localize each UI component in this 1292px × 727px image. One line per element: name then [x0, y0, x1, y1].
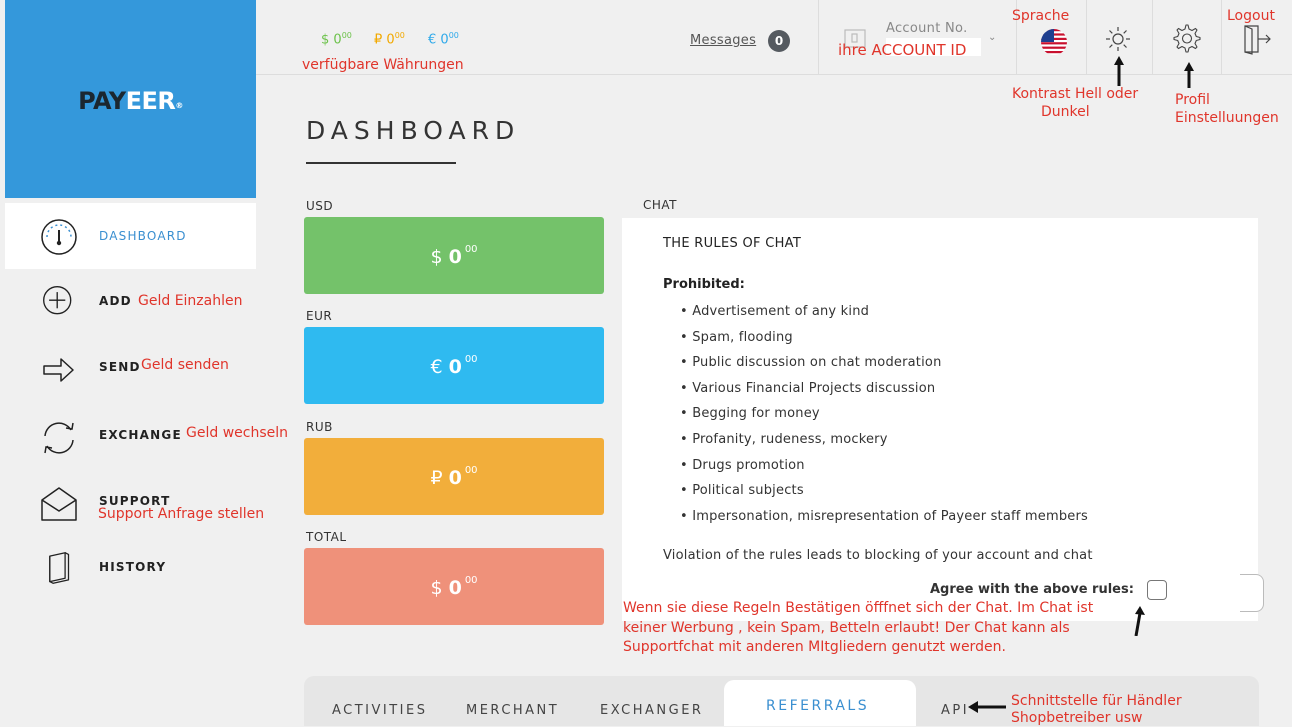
sidebar-item-history[interactable]: HISTORY	[5, 532, 256, 598]
speedometer-icon	[41, 219, 77, 255]
us-flag-icon[interactable]	[1039, 27, 1069, 57]
rule-item: • Impersonation, misrepresentation of Pa…	[680, 509, 1088, 524]
annotation-contrast-2: Dunkel	[1041, 104, 1090, 120]
balance-card-eur[interactable]: € 0 00	[304, 327, 604, 404]
logo-panel: PAYEER®	[5, 0, 256, 198]
logout-icon[interactable]	[1242, 23, 1274, 55]
balance-card-usd[interactable]: $ 0 00	[304, 217, 604, 294]
annotation-send: Geld senden	[141, 357, 229, 373]
rule-item: • Public discussion on chat moderation	[680, 355, 942, 370]
balance-eur[interactable]: € 000	[428, 31, 459, 47]
agree-rules-checkbox[interactable]	[1147, 580, 1167, 600]
annotation-agree: Wenn sie diese Regeln Bestätigen öfffnet…	[623, 600, 1094, 616]
chat-label: CHAT	[643, 198, 678, 212]
title-underline	[306, 162, 456, 164]
header-divider	[1086, 0, 1087, 75]
rule-item: • Begging for money	[680, 406, 820, 421]
tab-activities[interactable]: ACTIVITIES	[332, 703, 427, 718]
sun-icon[interactable]	[1104, 25, 1132, 53]
balance-card-total[interactable]: $ 0 00	[304, 548, 604, 625]
tab-exchanger[interactable]: EXCHANGER	[600, 703, 703, 718]
annotation-language: Sprache	[1012, 8, 1070, 24]
annotation-agree-3: Supportfchat mit anderen MItgliedern gen…	[623, 639, 1006, 655]
annotation-add: Geld Einzahlen	[138, 293, 243, 309]
chat-rules-title: THE RULES OF CHAT	[663, 236, 802, 251]
rule-item: • Profanity, rudeness, mockery	[680, 432, 888, 447]
arrow-right-icon	[43, 358, 74, 382]
card-label-rub: RUB	[306, 420, 333, 434]
annotation-support: Support Anfrage stellen	[98, 506, 265, 522]
header-divider	[1152, 0, 1153, 75]
balance-card-rub[interactable]: ₽ 0 00	[304, 438, 604, 515]
sidebar-item-label: ADD	[99, 294, 132, 308]
annotation-account-id: ihre ACCOUNT ID	[838, 41, 967, 59]
sidebar-item-label: SEND	[99, 360, 141, 374]
agree-rules-label: Agree with the above rules:	[930, 582, 1134, 597]
annotation-api: Schnittstelle für Händler	[1011, 693, 1182, 709]
annotation-api-2: Shopbetreiber usw	[1011, 710, 1143, 726]
card-label-total: TOTAL	[306, 530, 347, 544]
gear-icon[interactable]	[1172, 24, 1202, 54]
sidebar-item-label: HISTORY	[99, 560, 167, 574]
refresh-icon	[44, 422, 74, 454]
annotation-profile: Profil	[1175, 92, 1210, 108]
annotation-agree-2: keiner Werbung , kein Spam, Betteln erla…	[623, 620, 1070, 636]
rule-item: • Advertisement of any kind	[680, 304, 870, 319]
chat-input[interactable]	[1240, 574, 1264, 612]
sidebar-item-label: EXCHANGE	[99, 428, 182, 442]
annotation-contrast: Kontrast Hell oder	[1012, 86, 1139, 102]
annotation-logout: Logout	[1227, 8, 1275, 24]
messages-count-badge[interactable]: 0	[768, 30, 790, 52]
balance-rub[interactable]: ₽ 000	[374, 31, 405, 47]
card-label-eur: EUR	[306, 309, 333, 323]
account-label: Account No.	[886, 21, 968, 36]
tab-merchant[interactable]: MERCHANT	[466, 703, 559, 718]
tab-referrals[interactable]: REFERRALS	[766, 698, 869, 714]
annotation-arrow-up-icon	[1184, 62, 1194, 88]
rule-item: • Various Financial Projects discussion	[680, 381, 936, 396]
violation-notice: Violation of the rules leads to blocking…	[663, 548, 1093, 563]
page-title: DASHBOARD	[306, 116, 521, 145]
prohibited-heading: Prohibited:	[663, 277, 745, 292]
header-divider	[1221, 0, 1222, 75]
plus-circle-icon	[43, 286, 72, 315]
rule-item: • Political subjects	[680, 483, 804, 498]
annotation-arrow-up-icon	[1114, 56, 1124, 86]
annotation-arrow-up-icon	[1134, 606, 1145, 636]
balance-usd[interactable]: $ 000	[321, 31, 352, 47]
annotation-profile-2: Einstelluungen	[1175, 110, 1279, 126]
sidebar-item-dashboard[interactable]: DASHBOARD	[5, 203, 256, 269]
annotation-arrow-left-icon	[968, 701, 1006, 713]
chevron-down-icon[interactable]: ⌄	[988, 32, 996, 43]
payeer-logo[interactable]: PAYEER®	[5, 87, 256, 115]
book-icon	[49, 552, 70, 584]
card-label-usd: USD	[306, 199, 334, 213]
annotation-currencies: verfügbare Währungen	[302, 57, 464, 73]
envelope-icon	[41, 487, 77, 521]
sidebar-item-label: DASHBOARD	[99, 229, 187, 243]
rule-item: • Drugs promotion	[680, 458, 805, 473]
annotation-exchange: Geld wechseln	[186, 425, 288, 441]
rule-item: • Spam, flooding	[680, 330, 793, 345]
tab-api[interactable]: API	[941, 703, 969, 718]
header-divider	[818, 0, 819, 75]
messages-link[interactable]: Messages	[690, 33, 756, 48]
